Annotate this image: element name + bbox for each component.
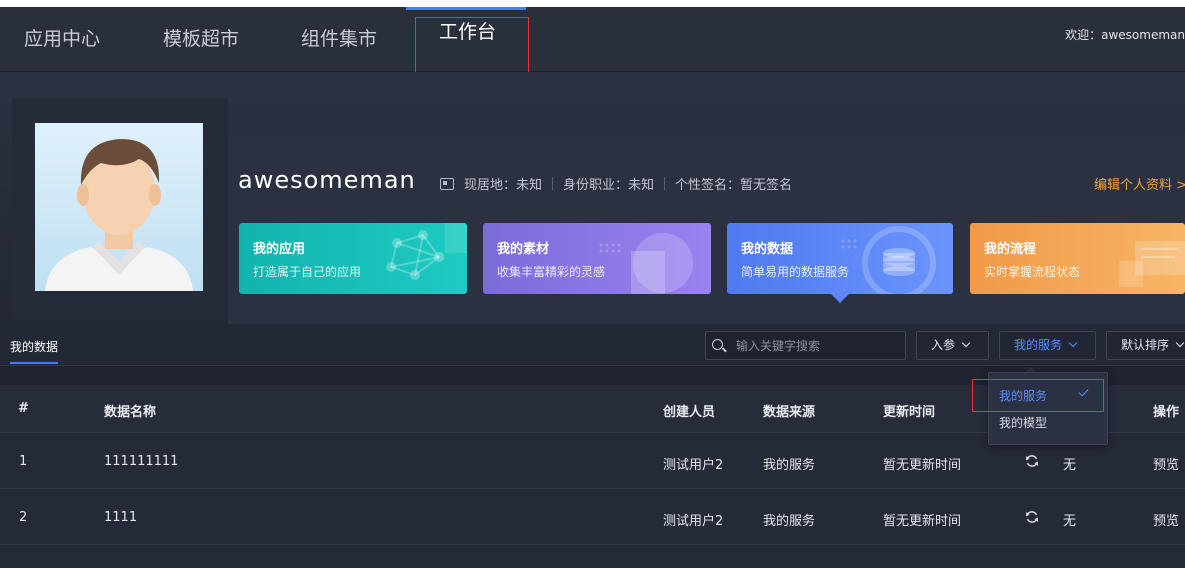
welcome-text: 欢迎：awesomeman xyxy=(1065,28,1185,42)
database-icon xyxy=(841,226,936,294)
avatar xyxy=(35,123,203,291)
chevron-down-icon xyxy=(1068,338,1078,348)
cell-source: 我的服务 xyxy=(763,514,816,529)
card-my-materials[interactable]: 我的素材 收集丰富精彩的灵感 xyxy=(483,223,711,294)
nav-app-center[interactable]: 应用中心 xyxy=(24,7,100,72)
edit-profile-link[interactable]: 编辑个人资料 > xyxy=(1094,174,1185,193)
chevron-down-icon xyxy=(1175,338,1185,348)
card-my-process[interactable]: 我的流程 实时掌握流程状态 xyxy=(970,223,1185,294)
param-dropdown[interactable]: 入参 xyxy=(916,331,989,360)
cell-name: 111111111 xyxy=(104,454,179,469)
process-illustration-icon xyxy=(1119,241,1185,287)
cell-creator: 测试用户2 xyxy=(663,514,724,529)
service-dropdown[interactable]: 我的服务 xyxy=(999,331,1096,360)
preview-link[interactable]: 预览 xyxy=(1153,454,1179,473)
refresh-icon[interactable] xyxy=(1025,454,1039,468)
cell-source: 我的服务 xyxy=(763,458,816,473)
avatar-person-icon xyxy=(45,139,193,291)
menu-option-my-service[interactable]: 我的服务 xyxy=(999,387,1047,404)
card-title: 我的数据 xyxy=(741,242,794,257)
id-card-icon xyxy=(440,177,454,190)
chevron-down-icon xyxy=(961,338,971,348)
active-card-pointer xyxy=(831,294,849,303)
top-strip xyxy=(0,0,1185,7)
cell-status: 无 xyxy=(1063,514,1077,529)
sort-dropdown[interactable]: 默认排序 xyxy=(1106,331,1185,360)
header-index: # xyxy=(18,401,29,416)
card-my-data[interactable]: 我的数据 简单易用的数据服务 xyxy=(727,223,953,294)
profile-job: 身份职业：未知 xyxy=(563,178,655,193)
search-input[interactable] xyxy=(736,337,901,355)
cell-name: 1111 xyxy=(104,510,138,525)
header-source: 数据来源 xyxy=(763,405,816,420)
card-subtitle: 收集丰富精彩的灵感 xyxy=(497,265,606,279)
card-subtitle: 实时掌握流程状态 xyxy=(984,265,1081,279)
table-row xyxy=(0,545,1185,568)
cell-status: 无 xyxy=(1063,458,1077,473)
network-graph-icon xyxy=(386,223,467,280)
materials-illustration-icon xyxy=(599,233,693,294)
cell-index: 2 xyxy=(19,510,28,525)
card-my-apps[interactable]: 我的应用 打造属于自己的应用 xyxy=(239,223,467,294)
tab-active-underline xyxy=(10,362,58,364)
card-subtitle: 打造属于自己的应用 xyxy=(253,265,362,279)
card-title: 我的应用 xyxy=(253,242,306,257)
meta-divider xyxy=(552,177,554,190)
param-dropdown-label: 入参 xyxy=(931,338,956,352)
cell-updated: 暂无更新时间 xyxy=(883,458,962,473)
search-icon xyxy=(712,339,723,350)
cell-updated: 暂无更新时间 xyxy=(883,514,962,529)
profile-location: 现居地：未知 xyxy=(464,178,543,193)
card-title: 我的流程 xyxy=(984,242,1037,257)
profile-meta: 现居地：未知 身份职业：未知 个性签名：暂无签名 xyxy=(440,174,792,193)
nav-template-market[interactable]: 模板超市 xyxy=(163,7,239,72)
preview-link[interactable]: 预览 xyxy=(1153,510,1179,529)
profile-signature: 个性签名：暂无签名 xyxy=(675,178,793,193)
card-title: 我的素材 xyxy=(497,242,550,257)
sort-dropdown-label: 默认排序 xyxy=(1121,338,1170,352)
service-dropdown-label: 我的服务 xyxy=(1014,338,1063,352)
meta-divider xyxy=(664,177,666,190)
header-creator: 创建人员 xyxy=(663,405,716,420)
nav-component-market[interactable]: 组件集市 xyxy=(301,7,377,72)
cell-index: 1 xyxy=(19,454,28,469)
username: awesomeman xyxy=(238,166,416,194)
header-actions: 操作 xyxy=(1153,405,1180,420)
nav-workbench[interactable]: 工作台 xyxy=(439,0,496,65)
header-name: 数据名称 xyxy=(104,405,157,420)
menu-option-my-model[interactable]: 我的模型 xyxy=(999,414,1047,431)
card-subtitle: 简单易用的数据服务 xyxy=(741,265,850,279)
tab-my-data[interactable]: 我的数据 xyxy=(10,338,58,355)
cell-creator: 测试用户2 xyxy=(663,458,724,473)
header-updated: 更新时间 xyxy=(883,405,936,420)
search-box xyxy=(705,331,906,360)
refresh-icon[interactable] xyxy=(1025,510,1039,524)
table-row xyxy=(0,489,1185,545)
service-dropdown-menu xyxy=(988,372,1108,445)
